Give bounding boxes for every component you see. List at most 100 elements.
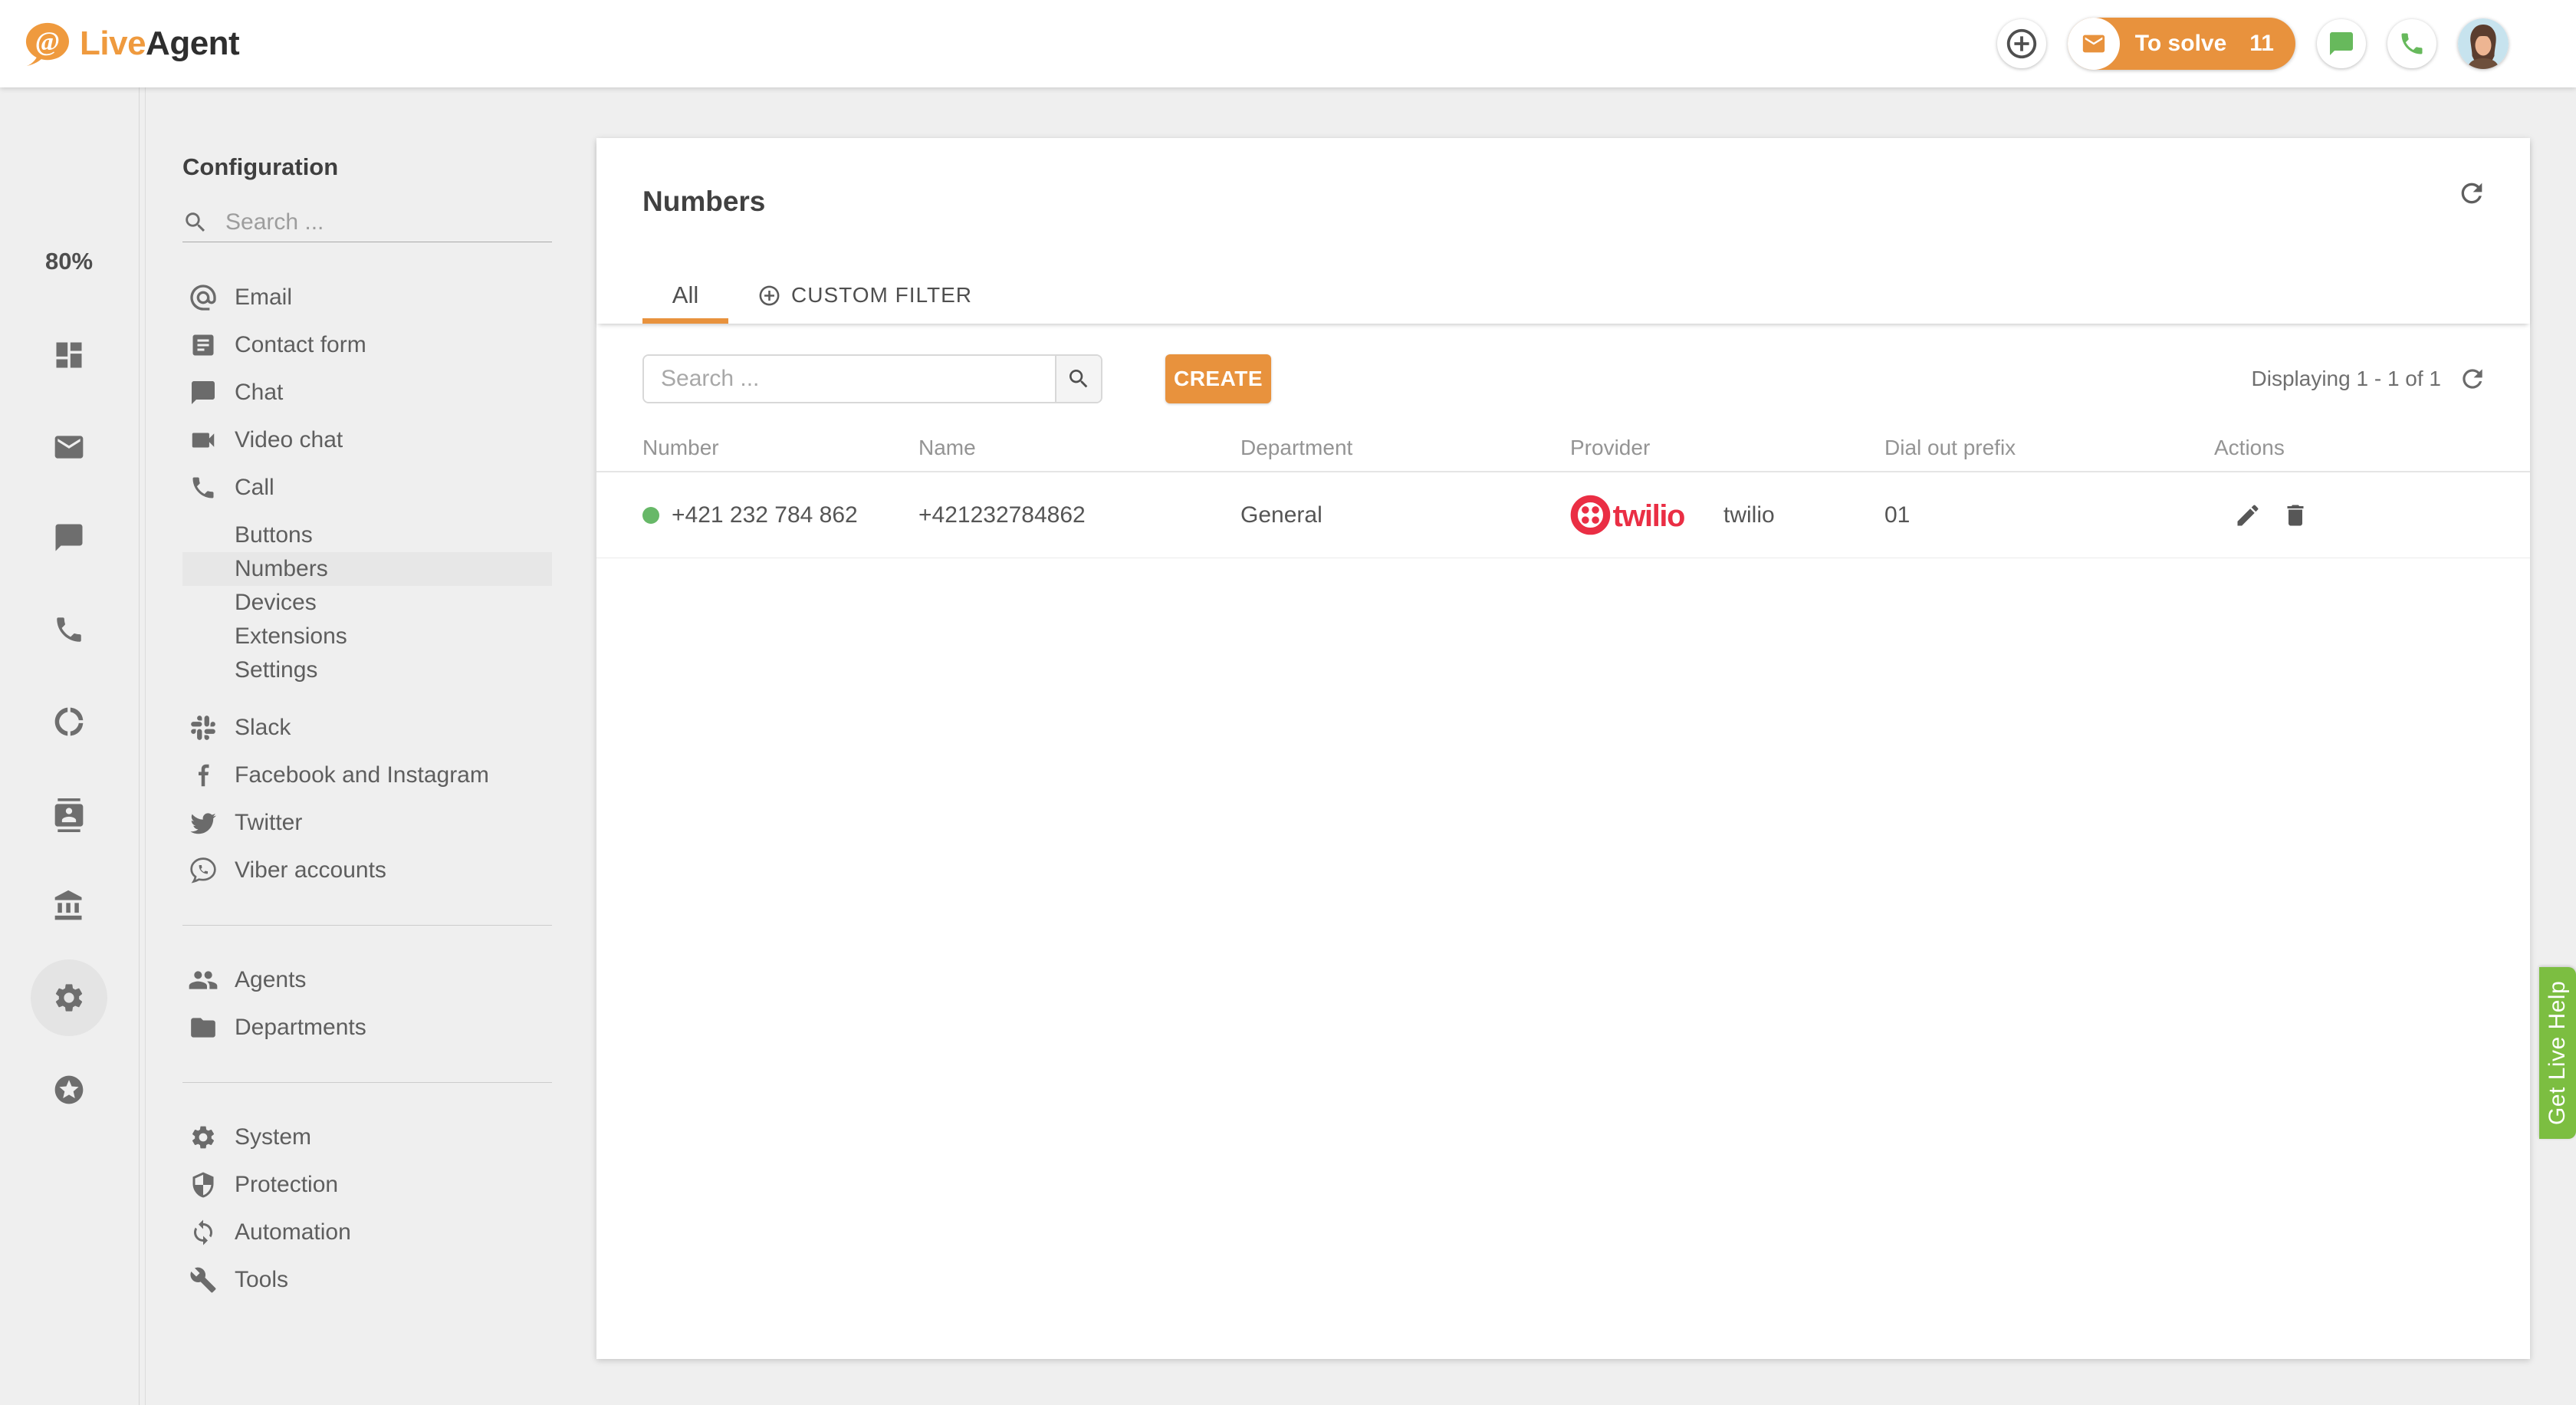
svg-text:twilio: twilio xyxy=(1613,499,1685,533)
search-submit-button[interactable] xyxy=(1055,356,1101,402)
sidebar-item-settings[interactable]: Settings xyxy=(146,653,590,687)
sidebar-item-chat[interactable]: Chat xyxy=(146,369,590,416)
rail-divider xyxy=(139,87,140,1405)
table-search[interactable] xyxy=(642,354,1102,403)
column-header: Department xyxy=(1240,436,1353,459)
table-header-row: Number Name Department Provider Dial out… xyxy=(596,425,2530,472)
chat-icon[interactable] xyxy=(53,522,85,554)
sidebar-item-label: Call xyxy=(235,475,274,500)
panel-header: Numbers All CUSTOM FILTER xyxy=(596,138,2530,324)
pagination-info: Displaying 1 - 1 of 1 xyxy=(2252,364,2487,393)
sidebar-item-label: Automation xyxy=(235,1219,351,1245)
sidebar-item-label: Agents xyxy=(235,967,307,992)
sidebar-item-system[interactable]: System xyxy=(146,1114,590,1161)
sidebar-item-label: Chat xyxy=(235,380,284,405)
chats-button[interactable] xyxy=(2317,19,2366,68)
sidebar-title: Configuration xyxy=(182,153,339,180)
column-header: Actions xyxy=(2214,436,2285,459)
sidebar-item-label: Numbers xyxy=(235,556,328,581)
sidebar-item-label: Facebook and Instagram xyxy=(235,762,489,788)
icon-rail: 80% xyxy=(0,87,138,1405)
table-row[interactable]: +421 232 784 862 +421232784862 General t… xyxy=(596,472,2530,558)
sidebar-item-agents[interactable]: Agents xyxy=(146,956,590,1004)
sidebar-item-facebook-instagram[interactable]: Facebook and Instagram xyxy=(146,752,590,799)
sidebar-item-contact-form[interactable]: Contact form xyxy=(146,321,590,369)
reports-donut-icon[interactable] xyxy=(52,705,86,739)
email-at-icon xyxy=(188,282,219,313)
configuration-sidebar: Configuration Email Contact form Chat Vi… xyxy=(146,87,590,1405)
automation-sync-icon xyxy=(188,1219,219,1246)
sidebar-item-buttons[interactable]: Buttons xyxy=(146,518,590,552)
refresh-icon[interactable] xyxy=(2458,364,2487,393)
to-solve-button[interactable]: To solve 11 xyxy=(2067,18,2295,70)
sidebar-item-email[interactable]: Email xyxy=(146,274,590,321)
twilio-logo: twilio xyxy=(1570,495,1702,535)
tab-label: CUSTOM FILTER xyxy=(791,283,972,307)
dial-out-prefix-cell: 01 xyxy=(1884,502,1911,528)
protection-shield-icon xyxy=(188,1171,219,1199)
create-button[interactable]: CREATE xyxy=(1165,354,1271,403)
chat-bubble-icon xyxy=(2328,30,2355,58)
tab-custom-filter[interactable]: CUSTOM FILTER xyxy=(757,267,972,324)
tools-wrench-icon xyxy=(188,1266,219,1294)
to-solve-label: To solve xyxy=(2134,31,2227,56)
refresh-icon[interactable] xyxy=(2456,178,2487,209)
add-button[interactable] xyxy=(1996,19,2046,68)
sidebar-item-label: Settings xyxy=(235,657,318,683)
calls-button[interactable] xyxy=(2387,19,2436,68)
slack-icon xyxy=(188,713,219,742)
sidebar-item-label: Devices xyxy=(235,590,317,615)
displaying-text: Displaying 1 - 1 of 1 xyxy=(2251,367,2441,390)
sidebar-item-tools[interactable]: Tools xyxy=(146,1256,590,1304)
upgrade-star-icon[interactable] xyxy=(52,1073,86,1107)
filter-tabs: All CUSTOM FILTER xyxy=(642,267,972,324)
sidebar-item-twitter[interactable]: Twitter xyxy=(146,799,590,847)
sidebar-item-devices[interactable]: Devices xyxy=(146,586,590,620)
sidebar-item-call[interactable]: Call xyxy=(146,464,590,512)
sidebar-item-label: Viber accounts xyxy=(235,857,386,883)
active-tab-underline xyxy=(642,318,728,324)
customers-card-icon[interactable] xyxy=(52,798,86,832)
sidebar-item-viber-accounts[interactable]: Viber accounts xyxy=(146,847,590,894)
delete-icon[interactable] xyxy=(2282,502,2309,529)
actions-cell xyxy=(2214,502,2484,529)
sidebar-search[interactable] xyxy=(182,202,552,242)
tab-all[interactable]: All xyxy=(642,267,728,324)
dashboard-icon[interactable] xyxy=(52,338,86,372)
numbers-panel: Numbers All CUSTOM FILTER Search ... CRE… xyxy=(596,138,2530,1359)
sidebar-item-label: Tools xyxy=(235,1267,289,1292)
edit-icon[interactable] xyxy=(2234,502,2262,529)
sidebar-item-video-chat[interactable]: Video chat xyxy=(146,416,590,464)
column-header: Name xyxy=(918,436,976,459)
page-title: Numbers xyxy=(642,186,766,217)
call-icon xyxy=(188,474,219,502)
section-divider xyxy=(182,925,552,926)
department-cell: General xyxy=(1240,502,1322,528)
sidebar-item-numbers[interactable]: Numbers xyxy=(182,552,552,586)
billing-bank-icon[interactable] xyxy=(52,889,86,923)
sidebar-item-automation[interactable]: Automation xyxy=(146,1209,590,1256)
sidebar-item-label: Protection xyxy=(235,1172,339,1197)
sidebar-item-label: Slack xyxy=(235,715,291,740)
viber-icon xyxy=(188,856,219,885)
liveagent-logo[interactable]: @ LiveAgent xyxy=(23,21,240,66)
sidebar-item-extensions[interactable]: Extensions xyxy=(146,620,590,653)
call-icon[interactable] xyxy=(53,614,85,646)
user-avatar[interactable] xyxy=(2458,18,2509,69)
name-cell: +421232784862 xyxy=(918,502,1086,528)
status-online-dot xyxy=(642,506,659,524)
search-icon xyxy=(1066,367,1091,391)
settings-gear-icon[interactable] xyxy=(52,981,86,1015)
table-toolbar: CREATE Displaying 1 - 1 of 1 xyxy=(596,324,2530,403)
sidebar-item-departments[interactable]: Departments xyxy=(146,1004,590,1051)
get-live-help-button[interactable]: Get Live Help xyxy=(2539,967,2576,1139)
table-search-input[interactable] xyxy=(644,356,1055,402)
sidebar-search-input[interactable] xyxy=(225,209,552,235)
sidebar-item-slack[interactable]: Slack xyxy=(146,704,590,752)
mail-icon[interactable] xyxy=(52,430,86,464)
sidebar-item-protection[interactable]: Protection xyxy=(146,1161,590,1209)
section-divider xyxy=(182,1082,552,1083)
call-sub-list: Buttons Numbers Devices Extensions Setti… xyxy=(146,518,590,687)
topbar-controls: To solve 11 xyxy=(1996,18,2509,70)
sidebar-nav: Email Contact form Chat Video chat Call … xyxy=(146,274,590,1304)
